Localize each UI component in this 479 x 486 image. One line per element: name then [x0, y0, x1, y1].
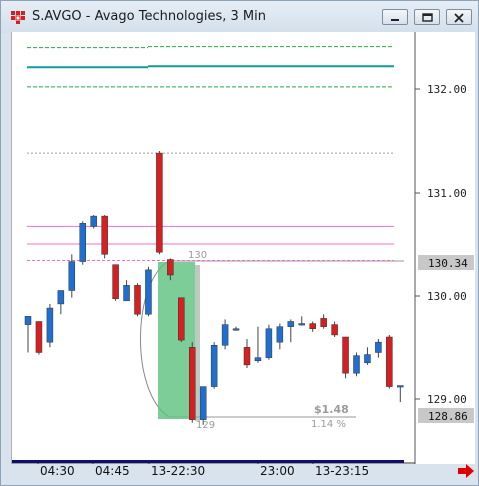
- candle-body: [156, 152, 163, 253]
- time-axis-highlight: [12, 460, 139, 463]
- candle-body: [309, 323, 316, 329]
- price-tick-label: 132.00: [427, 83, 467, 96]
- chart-area[interactable]: 130 129 $1.48 1.14 % 132.00 131.00 130.0…: [11, 32, 475, 464]
- annotation-high-label: 130: [188, 250, 207, 261]
- candle-body: [276, 326, 284, 343]
- current-price-label: 130.34: [428, 257, 468, 270]
- candle-body: [112, 264, 119, 300]
- candle-body: [221, 324, 229, 346]
- candle-body: [243, 347, 251, 366]
- restore-button[interactable]: [414, 9, 440, 25]
- candle-body: [320, 318, 327, 327]
- scroll-right-arrow-icon[interactable]: [456, 463, 476, 479]
- candle-body: [46, 307, 54, 343]
- annotation-percent-change: 1.14 %: [311, 419, 346, 430]
- candle-body: [353, 355, 360, 374]
- candle-body: [375, 341, 382, 353]
- candle-body: [364, 354, 371, 364]
- candle-body: [265, 328, 273, 358]
- app-logo-icon: [11, 11, 25, 24]
- candle-body: [24, 316, 32, 325]
- candle-body: [342, 336, 349, 374]
- annotation-low-label: 129: [196, 420, 215, 431]
- time-label: 04:30: [40, 464, 75, 478]
- price-tick-label: 129.00: [427, 393, 467, 406]
- time-label: 13-22:30: [151, 464, 206, 478]
- candle-body: [386, 336, 393, 387]
- candle-body: [287, 321, 295, 327]
- annotation-dollar-change: $1.48: [314, 403, 349, 416]
- candle-body: [79, 223, 86, 262]
- candle-body: [232, 328, 240, 331]
- selection-shadow: [195, 265, 200, 421]
- candle-body: [254, 357, 262, 362]
- candle-body: [199, 386, 207, 420]
- candle-body: [68, 261, 76, 291]
- candle-body: [101, 215, 108, 255]
- price-chart[interactable]: 130 129 $1.48 1.14 % 132.00 131.00 130.0…: [12, 32, 475, 464]
- time-axis: 04:30 04:45 13-22:30 23:00 13-23:15: [11, 463, 416, 481]
- time-label: 13-23:15: [315, 464, 370, 478]
- candle-body: [298, 323, 305, 326]
- candle-body: [35, 321, 43, 353]
- price-tick-label: 130.00: [427, 290, 467, 303]
- candle-body: [189, 347, 196, 420]
- candle-body: [57, 290, 65, 305]
- time-label: 04:45: [95, 464, 130, 478]
- time-label: 23:00: [260, 464, 295, 478]
- minimize-icon: [391, 19, 399, 21]
- candle-body: [123, 285, 130, 302]
- candle-body: [178, 297, 185, 341]
- candles: [24, 150, 404, 425]
- candle-body: [90, 215, 97, 227]
- candle-body: [145, 269, 152, 315]
- candle-body: [210, 345, 218, 387]
- price-tick-label: 131.00: [427, 187, 467, 200]
- close-icon: [454, 13, 464, 23]
- candle-body: [397, 385, 404, 388]
- candle-body: [331, 324, 338, 336]
- candle-body: [167, 259, 174, 276]
- chart-window: S.AVGO - Avago Technologies, 3 Min 130 1…: [0, 0, 479, 486]
- window-title: S.AVGO - Avago Technologies, 3 Min: [32, 9, 266, 24]
- minimize-button[interactable]: [382, 9, 408, 25]
- restore-icon: [422, 13, 433, 22]
- marked-price-label: 128.86: [428, 410, 468, 423]
- title-bar[interactable]: S.AVGO - Avago Technologies, 3 Min: [1, 1, 478, 33]
- close-button[interactable]: [446, 9, 472, 25]
- time-axis-highlight-right: [139, 460, 404, 463]
- candle-body: [134, 285, 141, 315]
